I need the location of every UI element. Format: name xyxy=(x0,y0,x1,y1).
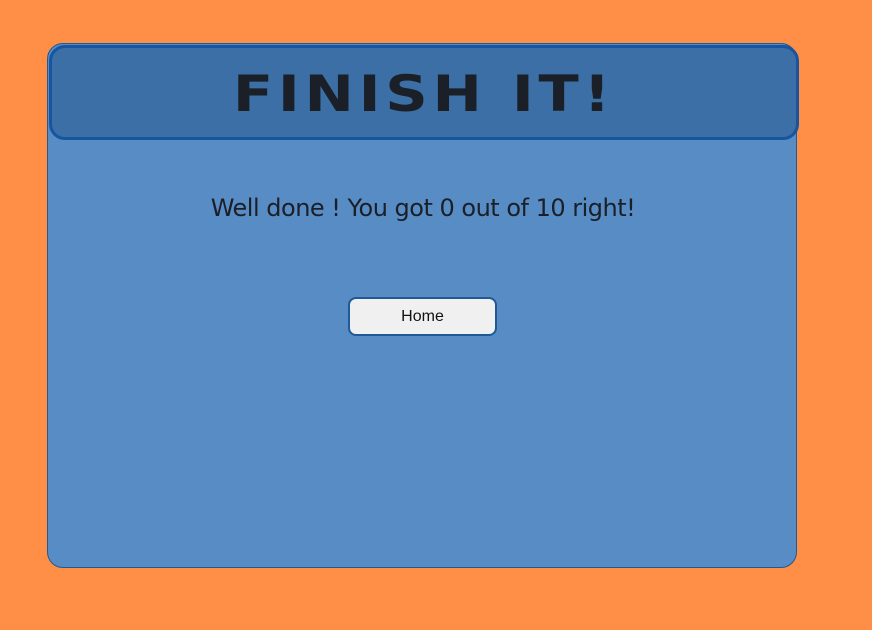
page-title: Finish it! xyxy=(232,64,616,123)
score-message: Well done ! You got 0 out of 10 right! xyxy=(210,194,636,222)
home-button[interactable]: Home xyxy=(348,297,497,336)
result-panel: Finish it! Well done ! You got 0 out of … xyxy=(47,43,799,568)
header-bar: Finish it! xyxy=(49,45,799,140)
